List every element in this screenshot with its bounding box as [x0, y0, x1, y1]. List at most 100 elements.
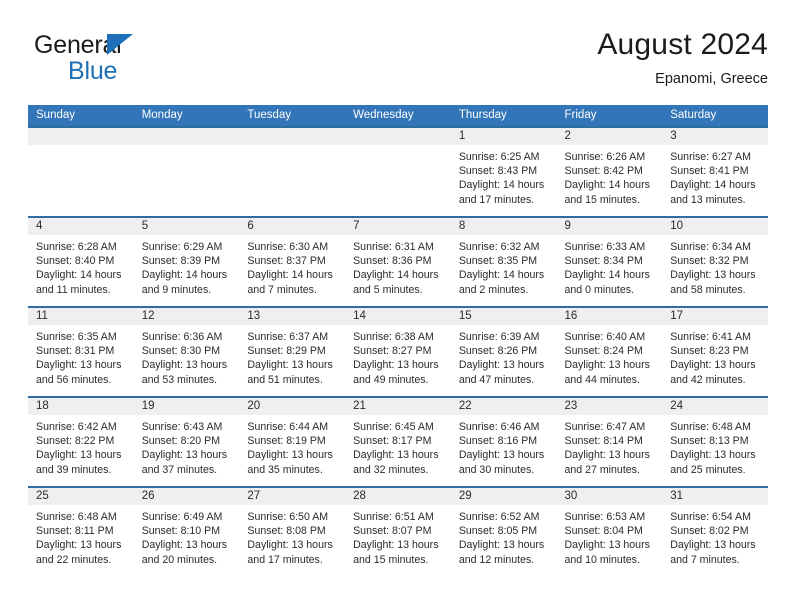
calendar-day-cell[interactable]: 13 Sunrise: 6:37 AM Sunset: 8:29 PM Dayligh… [239, 306, 346, 397]
daylight-text: Daylight: 13 hours and 42 minutes. [670, 359, 756, 386]
day-number [345, 128, 451, 145]
calendar-day-cell[interactable]: 10 Sunrise: 6:34 AM Sunset: 8:32 PM Dayligh… [662, 216, 768, 307]
calendar-day-cell[interactable]: 19 Sunrise: 6:43 AM Sunset: 8:20 PM Dayligh… [133, 396, 240, 487]
calendar-day-cell[interactable]: 9 Sunrise: 6:33 AM Sunset: 8:34 PM Daylight… [556, 216, 663, 307]
calendar-day-cell[interactable]: 5 Sunrise: 6:29 AM Sunset: 8:39 PM Daylight… [133, 216, 240, 307]
calendar-day-cell[interactable]: 15 Sunrise: 6:39 AM Sunset: 8:26 PM Dayligh… [450, 306, 557, 397]
sunrise-text: Sunrise: 6:47 AM [564, 421, 646, 433]
sunset-text: Sunset: 8:39 PM [141, 255, 221, 268]
sunrise-text: Sunrise: 6:36 AM [141, 331, 223, 343]
calendar-day-cell[interactable]: 11 Sunrise: 6:35 AM Sunset: 8:31 PM Dayligh… [28, 306, 134, 397]
calendar-day-cell[interactable]: 23 Sunrise: 6:47 AM Sunset: 8:14 PM Dayligh… [556, 396, 663, 487]
day-number: 8 [450, 218, 557, 235]
day-cell-inner: 2 Sunrise: 6:26 AM Sunset: 8:42 PM Daylight… [556, 128, 663, 216]
sunset-text: Sunset: 8:29 PM [247, 345, 326, 358]
day-cell-inner: 21 Sunrise: 6:45 AM Sunset: 8:17 PM Dayligh… [345, 398, 451, 486]
day-number: 12 [133, 308, 240, 325]
day-cell-inner: 11 Sunrise: 6:35 AM Sunset: 8:31 PM Dayligh… [28, 308, 134, 396]
sunset-text: Sunset: 8:27 PM [353, 345, 432, 358]
calendar-day-cell[interactable]: 8 Sunrise: 6:32 AM Sunset: 8:35 PM Daylight… [450, 216, 557, 307]
day-details: Sunrise: 6:46 AM Sunset: 8:16 PM Daylight:… [451, 415, 557, 477]
sunrise-text: Sunrise: 6:37 AM [247, 331, 329, 343]
day-number [239, 128, 346, 145]
sunset-text: Sunset: 8:42 PM [564, 165, 643, 178]
daylight-text: Daylight: 13 hours and 51 minutes. [247, 359, 333, 386]
daylight-text: Daylight: 13 hours and 20 minutes. [141, 539, 228, 566]
day-number: 22 [450, 398, 557, 415]
daylight-text: Daylight: 13 hours and 10 minutes. [564, 539, 650, 566]
sunrise-text: Sunrise: 6:46 AM [458, 421, 540, 433]
general-blue-logo[interactable]: General Blue [34, 30, 234, 92]
weekday-header-row: Sunday Monday Tuesday Wednesday Thursday Frid… [28, 105, 768, 127]
calendar-day-cell[interactable]: 2 Sunrise: 6:26 AM Sunset: 8:42 PM Daylight… [556, 126, 663, 217]
calendar-day-cell[interactable]: 31 Sunrise: 6:54 AM Sunset: 8:02 PM Dayligh… [662, 486, 768, 576]
sunrise-text: Sunrise: 6:54 AM [670, 511, 751, 523]
sunset-text: Sunset: 8:16 PM [458, 435, 538, 448]
calendar-day-cell[interactable]: 7 Sunrise: 6:31 AM Sunset: 8:36 PM Daylight… [345, 216, 451, 307]
sunrise-text: Sunrise: 6:41 AM [670, 331, 751, 343]
sunset-text: Sunset: 8:08 PM [247, 525, 326, 538]
calendar-day-cell[interactable]: 22 Sunrise: 6:46 AM Sunset: 8:16 PM Dayligh… [450, 396, 557, 487]
calendar-day-cell[interactable]: 21 Sunrise: 6:45 AM Sunset: 8:17 PM Dayligh… [345, 396, 451, 487]
sunrise-text: Sunrise: 6:53 AM [564, 511, 646, 523]
day-number: 4 [28, 218, 134, 235]
calendar-day-cell[interactable]: 20 Sunrise: 6:44 AM Sunset: 8:19 PM Dayligh… [239, 396, 346, 487]
calendar-page: General Blue August 2024 Epanomi, Greece… [0, 0, 792, 612]
weekday-header-saturday: Saturday [662, 105, 768, 127]
calendar-day-cell[interactable]: 26 Sunrise: 6:49 AM Sunset: 8:10 PM Dayligh… [133, 486, 240, 576]
calendar-day-cell[interactable]: 3 Sunrise: 6:27 AM Sunset: 8:41 PM Daylight… [662, 126, 768, 217]
sunset-text: Sunset: 8:11 PM [36, 525, 114, 538]
day-cell-inner: 24 Sunrise: 6:48 AM Sunset: 8:13 PM Dayligh… [662, 398, 768, 486]
calendar-day-cell[interactable]: 24 Sunrise: 6:48 AM Sunset: 8:13 PM Dayligh… [662, 396, 768, 487]
daylight-text: Daylight: 14 hours and 11 minutes. [36, 269, 122, 296]
day-cell-inner [345, 128, 451, 216]
weekday-header-sunday: Sunday [28, 105, 134, 127]
sunrise-text: Sunrise: 6:29 AM [141, 241, 223, 253]
calendar-day-cell[interactable]: 18 Sunrise: 6:42 AM Sunset: 8:22 PM Dayligh… [28, 396, 134, 487]
calendar-day-cell[interactable]: 29 Sunrise: 6:52 AM Sunset: 8:05 PM Dayligh… [450, 486, 557, 576]
weekday-header-monday: Monday [133, 105, 240, 127]
calendar-day-cell[interactable]: 14 Sunrise: 6:38 AM Sunset: 8:27 PM Dayligh… [345, 306, 451, 397]
day-details: Sunrise: 6:44 AM Sunset: 8:19 PM Daylight:… [239, 415, 345, 477]
calendar-day-cell[interactable]: 6 Sunrise: 6:30 AM Sunset: 8:37 PM Daylight… [239, 216, 346, 307]
daylight-text: Daylight: 14 hours and 13 minutes. [670, 179, 756, 206]
calendar-day-cell[interactable]: 12 Sunrise: 6:36 AM Sunset: 8:30 PM Dayligh… [133, 306, 240, 397]
sunset-text: Sunset: 8:41 PM [670, 165, 749, 178]
calendar-day-cell[interactable]: 1 Sunrise: 6:25 AM Sunset: 8:43 PM Daylight… [450, 126, 557, 217]
day-cell-inner: 17 Sunrise: 6:41 AM Sunset: 8:23 PM Dayligh… [662, 308, 768, 396]
daylight-text: Daylight: 13 hours and 15 minutes. [353, 539, 439, 566]
day-details: Sunrise: 6:43 AM Sunset: 8:20 PM Daylight:… [134, 415, 240, 477]
calendar-day-cell[interactable]: 16 Sunrise: 6:40 AM Sunset: 8:24 PM Dayligh… [556, 306, 663, 397]
day-number: 11 [28, 308, 134, 325]
sunrise-text: Sunrise: 6:33 AM [564, 241, 646, 253]
day-details: Sunrise: 6:26 AM Sunset: 8:42 PM Daylight:… [557, 145, 663, 207]
daylight-text: Daylight: 14 hours and 15 minutes. [564, 179, 650, 206]
calendar-day-cell-empty [133, 126, 240, 217]
sunrise-text: Sunrise: 6:44 AM [247, 421, 329, 433]
calendar-day-cell[interactable]: 28 Sunrise: 6:51 AM Sunset: 8:07 PM Dayligh… [345, 486, 451, 576]
calendar-day-cell[interactable]: 27 Sunrise: 6:50 AM Sunset: 8:08 PM Dayligh… [239, 486, 346, 576]
calendar-day-cell[interactable]: 17 Sunrise: 6:41 AM Sunset: 8:23 PM Dayligh… [662, 306, 768, 397]
day-number: 5 [133, 218, 240, 235]
sunrise-text: Sunrise: 6:28 AM [36, 241, 117, 253]
sunset-text: Sunset: 8:37 PM [247, 255, 326, 268]
daylight-text: Daylight: 14 hours and 7 minutes. [247, 269, 333, 296]
day-number: 28 [345, 488, 451, 505]
sunset-text: Sunset: 8:43 PM [458, 165, 538, 178]
day-cell-inner: 23 Sunrise: 6:47 AM Sunset: 8:14 PM Dayligh… [556, 398, 663, 486]
day-details: Sunrise: 6:32 AM Sunset: 8:35 PM Daylight:… [451, 235, 557, 297]
sunset-text: Sunset: 8:26 PM [458, 345, 538, 358]
day-number: 29 [450, 488, 557, 505]
daylight-text: Daylight: 14 hours and 0 minutes. [564, 269, 650, 296]
day-number: 23 [556, 398, 663, 415]
weekday-header-thursday: Thursday [450, 105, 557, 127]
calendar-day-cell[interactable]: 4 Sunrise: 6:28 AM Sunset: 8:40 PM Daylight… [28, 216, 134, 307]
sunrise-text: Sunrise: 6:35 AM [36, 331, 117, 343]
daylight-text: Daylight: 13 hours and 27 minutes. [564, 449, 650, 476]
calendar-day-cell[interactable]: 30 Sunrise: 6:53 AM Sunset: 8:04 PM Dayligh… [556, 486, 663, 576]
triangle-icon [107, 34, 133, 55]
day-number: 26 [133, 488, 240, 505]
calendar-day-cell[interactable]: 25 Sunrise: 6:48 AM Sunset: 8:11 PM Dayligh… [28, 486, 134, 576]
sunrise-text: Sunrise: 6:32 AM [458, 241, 540, 253]
day-details: Sunrise: 6:54 AM Sunset: 8:02 PM Daylight:… [662, 505, 768, 567]
